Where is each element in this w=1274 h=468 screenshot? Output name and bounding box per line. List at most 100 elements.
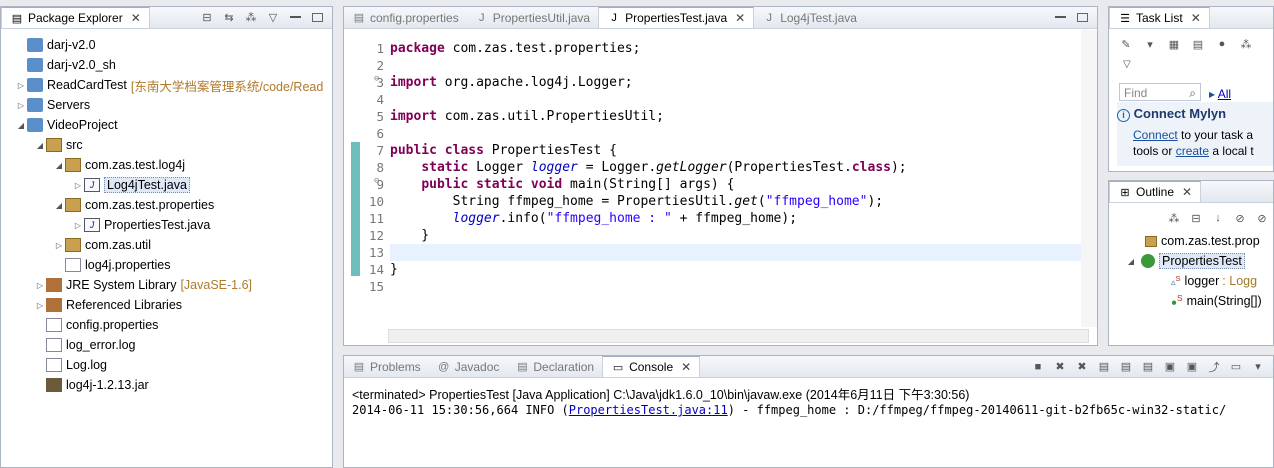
scheduled-icon[interactable]: ▤ bbox=[1191, 37, 1205, 51]
expand-arrow-icon[interactable]: ▷ bbox=[15, 81, 27, 90]
link-with-editor-icon[interactable]: ⇆ bbox=[222, 11, 236, 25]
dropdown-icon[interactable]: ▾ bbox=[1143, 37, 1157, 51]
create-link[interactable]: create bbox=[1176, 144, 1209, 158]
expand-arrow-icon[interactable]: ▷ bbox=[72, 221, 84, 230]
expand-arrow-icon[interactable]: ▷ bbox=[34, 281, 46, 290]
collapse-all-icon[interactable]: ⊟ bbox=[200, 11, 214, 25]
hide-static-icon[interactable]: ⊘ bbox=[1255, 211, 1269, 225]
expand-arrow-icon[interactable]: ▷ bbox=[15, 101, 27, 110]
expand-arrow-icon[interactable]: ▷ bbox=[72, 181, 84, 190]
code-line: logger.info("ffmpeg_home : " + ffmpeg_ho… bbox=[452, 211, 798, 226]
expand-arrow-icon[interactable]: ▷ bbox=[34, 301, 46, 310]
vertical-scrollbar[interactable] bbox=[1081, 30, 1097, 327]
tab-javadoc[interactable]: @ Javadoc bbox=[429, 356, 508, 377]
close-icon[interactable]: ✕ bbox=[681, 360, 691, 374]
view-menu-icon[interactable]: ▽ bbox=[266, 11, 280, 25]
filters-icon[interactable]: ⁂ bbox=[244, 11, 258, 25]
line-number: 2 bbox=[376, 58, 384, 73]
outline-package-row[interactable]: com.zas.test.prop bbox=[1145, 231, 1260, 251]
tree-item[interactable]: Log.log bbox=[1, 355, 332, 375]
focus-icon[interactable]: ⁂ bbox=[1239, 37, 1253, 51]
find-input[interactable]: Find ⌕ bbox=[1119, 83, 1201, 101]
line-number: 4 bbox=[376, 92, 384, 107]
filters-icon[interactable]: ⁂ bbox=[1167, 211, 1181, 225]
tree-item-label: log4j-1.2.13.jar bbox=[66, 378, 149, 392]
package-icon bbox=[1145, 235, 1157, 247]
clear-console-icon[interactable]: ▤ bbox=[1097, 360, 1111, 374]
connect-link[interactable]: Connect bbox=[1133, 128, 1178, 142]
remove-launch-icon[interactable]: ✖ bbox=[1053, 360, 1067, 374]
tree-item[interactable]: ◢ src bbox=[1, 135, 332, 155]
fold-icon[interactable]: ⊖ bbox=[374, 74, 379, 84]
minimize-icon[interactable] bbox=[288, 11, 302, 25]
tree-item[interactable]: ▷ ReadCardTest [东南大学档案管理系统/code/Read bbox=[1, 75, 332, 95]
close-icon[interactable]: ✕ bbox=[1191, 11, 1201, 25]
display-console-icon[interactable]: ▭ bbox=[1229, 360, 1243, 374]
close-icon[interactable]: ✕ bbox=[735, 11, 745, 25]
outline-class-row[interactable]: ◢ PropertiesTest bbox=[1125, 251, 1245, 271]
collapse-all-icon[interactable]: ⊟ bbox=[1189, 211, 1203, 225]
tree-item[interactable]: ▷ com.zas.util bbox=[1, 235, 332, 255]
tree-item[interactable]: log4j-1.2.13.jar bbox=[1, 375, 332, 395]
sort-icon[interactable]: ↓ bbox=[1211, 211, 1225, 225]
outline-field-row[interactable]: ▵S logger : Logg bbox=[1171, 271, 1257, 291]
terminate-icon[interactable]: ■ bbox=[1031, 360, 1045, 374]
hide-fields-icon[interactable]: ⊘ bbox=[1233, 211, 1247, 225]
tab-label: Problems bbox=[370, 359, 421, 374]
new-task-icon[interactable]: ✎ bbox=[1119, 37, 1133, 51]
source-link[interactable]: PropertiesTest.java:11 bbox=[569, 403, 728, 417]
horizontal-scrollbar[interactable] bbox=[388, 329, 1089, 343]
tree-item[interactable]: ◢ com.zas.test.properties bbox=[1, 195, 332, 215]
tab-declaration[interactable]: ▤ Declaration bbox=[507, 356, 602, 377]
tree-item[interactable]: log_error.log bbox=[1, 335, 332, 355]
expand-arrow-icon[interactable]: ◢ bbox=[1125, 257, 1137, 266]
categorized-icon[interactable]: ▦ bbox=[1167, 37, 1181, 51]
tree-item[interactable]: ▷ Referenced Libraries bbox=[1, 295, 332, 315]
tab-console[interactable]: ▭ Console ✕ bbox=[602, 356, 701, 377]
minimize-icon[interactable] bbox=[1053, 11, 1067, 25]
hide-completed-icon[interactable]: ● bbox=[1215, 37, 1229, 51]
tab-propertiestest-java[interactable]: J PropertiesTest.java ✕ bbox=[598, 7, 755, 28]
expand-arrow-icon[interactable]: ◢ bbox=[53, 201, 65, 210]
tree-item[interactable]: ◢ com.zas.test.log4j bbox=[1, 155, 332, 175]
pin-console-icon[interactable]: ⤴ bbox=[1207, 360, 1221, 374]
tree-item[interactable]: ▷ J Log4jTest.java bbox=[1, 175, 332, 195]
jar-icon bbox=[46, 378, 62, 392]
expand-arrow-icon[interactable]: ▷ bbox=[53, 241, 65, 250]
tab-task-list[interactable]: ☰ Task List ✕ bbox=[1109, 7, 1210, 28]
expand-arrow-icon[interactable]: ◢ bbox=[15, 121, 27, 130]
word-wrap-icon[interactable]: ▤ bbox=[1141, 360, 1155, 374]
view-menu-icon[interactable]: ▽ bbox=[1123, 59, 1131, 70]
close-icon[interactable]: ✕ bbox=[1182, 185, 1192, 199]
tab-propertiesutil-java[interactable]: J PropertiesUtil.java bbox=[467, 7, 598, 28]
expand-arrow-icon[interactable]: ◢ bbox=[34, 141, 46, 150]
tree-item[interactable]: ▷ Servers bbox=[1, 95, 332, 115]
close-icon[interactable]: ✕ bbox=[131, 11, 141, 25]
maximize-icon[interactable] bbox=[1075, 11, 1089, 25]
tree-item[interactable]: ▷ J PropertiesTest.java bbox=[1, 215, 332, 235]
scroll-lock-icon[interactable]: ▤ bbox=[1119, 360, 1133, 374]
show-on-output-icon[interactable]: ▣ bbox=[1163, 360, 1177, 374]
tree-item-label: Servers bbox=[47, 98, 91, 112]
tab-problems[interactable]: ▤ Problems bbox=[344, 356, 429, 377]
tree-item[interactable]: ▷ JRE System Library [JavaSE-1.6] bbox=[1, 275, 332, 295]
tree-item[interactable]: darj-v2.0 bbox=[1, 35, 332, 55]
code-editor[interactable]: 1 2 3 ⊖ 4 5 6 7 8 9 ⊖ 10 11 12 13 14 15 package com.zas.… bbox=[344, 30, 1097, 327]
fold-icon[interactable]: ⊖ bbox=[374, 176, 379, 186]
outline-method-row[interactable]: ●S main(String[]) bbox=[1171, 291, 1262, 311]
line-number: 10 bbox=[368, 194, 384, 209]
tree-item[interactable]: log4j.properties bbox=[1, 255, 332, 275]
all-link[interactable]: ▸ All bbox=[1209, 87, 1231, 101]
tab-package-explorer[interactable]: ▤ Package Explorer ✕ bbox=[1, 7, 150, 28]
remove-all-icon[interactable]: ✖ bbox=[1075, 360, 1089, 374]
tree-item[interactable]: darj-v2.0_sh bbox=[1, 55, 332, 75]
tab-log4jtest-java[interactable]: J Log4jTest.java bbox=[754, 7, 865, 28]
tab-config-properties[interactable]: ▤ config.properties bbox=[344, 7, 467, 28]
show-on-error-icon[interactable]: ▣ bbox=[1185, 360, 1199, 374]
tree-item[interactable]: ◢ VideoProject bbox=[1, 115, 332, 135]
maximize-icon[interactable] bbox=[310, 11, 324, 25]
tab-outline[interactable]: ⊞ Outline ✕ bbox=[1109, 181, 1202, 202]
view-menu-icon[interactable]: ▾ bbox=[1251, 360, 1265, 374]
tree-item[interactable]: config.properties bbox=[1, 315, 332, 335]
expand-arrow-icon[interactable]: ◢ bbox=[53, 161, 65, 170]
